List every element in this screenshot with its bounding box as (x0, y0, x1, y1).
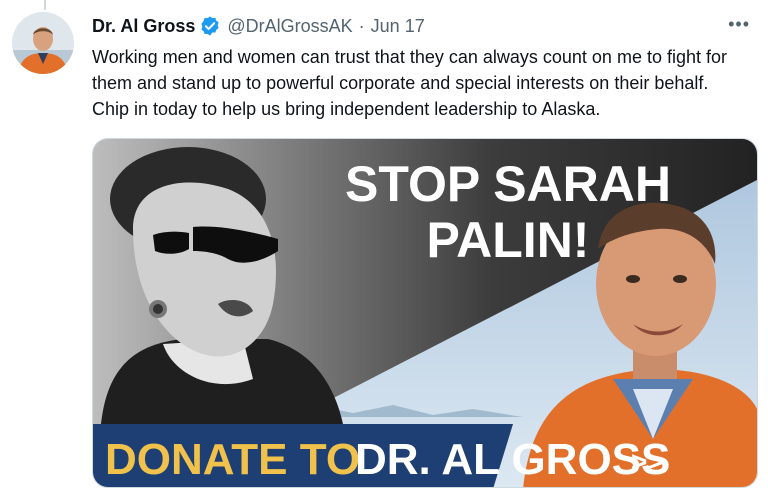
banner-arrow: >> (631, 446, 664, 477)
thread-line (44, 0, 46, 10)
headline-line-2: PALIN! (427, 212, 590, 268)
profile-photo-icon (12, 12, 74, 74)
header-separator: · (358, 15, 365, 36)
tweet-text: Working men and women can trust that the… (92, 47, 727, 119)
verified-badge-icon (201, 16, 219, 36)
author-avatar[interactable] (12, 12, 74, 74)
tweet-media-image[interactable]: STOP SARAH PALIN! DONATE TO DR. AL GROSS… (92, 138, 758, 488)
banner-donate-to: DONATE TO (105, 435, 360, 484)
banner-candidate-name: DR. AL GROSS (355, 435, 670, 484)
tweet-header: Dr. Al Gross @DrAlGrossAK · Jun 17 (92, 13, 738, 39)
author-display-name[interactable]: Dr. Al Gross (92, 16, 195, 37)
tweet-date[interactable]: Jun 17 (371, 16, 425, 37)
headline-line-1: STOP SARAH (345, 156, 671, 212)
more-horizontal-icon[interactable]: ••• (728, 14, 750, 35)
author-handle[interactable]: @DrAlGrossAK (227, 16, 352, 37)
